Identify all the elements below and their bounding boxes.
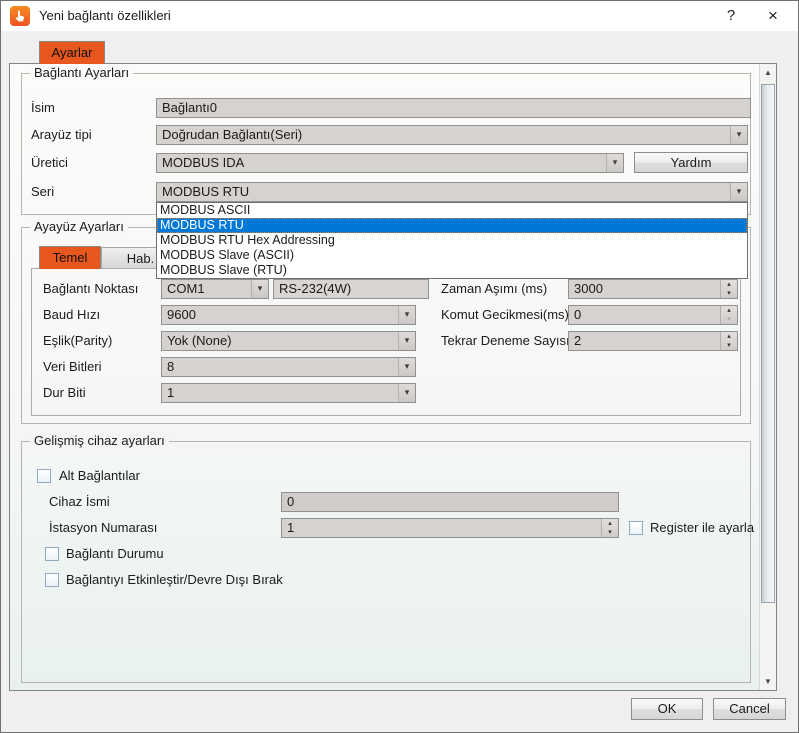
spin-down-icon[interactable]: ▾ — [721, 289, 737, 298]
cancel-button[interactable]: Cancel — [713, 698, 786, 720]
databits-combo[interactable]: 8 ▾ — [161, 357, 416, 377]
register-label[interactable]: Register ile ayarla — [650, 518, 754, 538]
enable-disable-label[interactable]: Bağlantıyı Etkinleştir/Devre Dışı Bırak — [66, 570, 283, 590]
spinner-buttons[interactable]: ▴▾ — [720, 306, 737, 324]
combo-arrow-icon[interactable]: ▾ — [606, 154, 623, 172]
series-combo[interactable]: MODBUS RTU ▾ — [156, 182, 748, 202]
help-button[interactable]: ? — [713, 1, 749, 31]
dropdown-option[interactable]: MODBUS RTU Hex Addressing — [157, 233, 747, 248]
name-label: İsim — [31, 98, 55, 118]
combo-arrow-icon[interactable]: ▾ — [730, 126, 747, 144]
spin-down-icon[interactable]: ▾ — [602, 528, 618, 537]
dropdown-option[interactable]: MODBUS Slave (ASCII) — [157, 248, 747, 263]
spin-up-icon[interactable]: ▴ — [602, 519, 618, 528]
new-connection-properties-dialog: Yeni bağlantı özellikleri ? × Ayarlar Ba… — [0, 0, 799, 733]
vertical-scrollbar[interactable]: ▲ ▼ — [759, 64, 776, 690]
series-dropdown-list: MODBUS ASCII MODBUS RTU MODBUS RTU Hex A… — [156, 202, 748, 279]
title-bar: Yeni bağlantı özellikleri ? × — [1, 1, 798, 31]
retry-label: Tekrar Deneme Sayısı — [441, 331, 570, 351]
combo-arrow-icon[interactable]: ▾ — [251, 280, 268, 298]
port-combo[interactable]: COM1 ▾ — [161, 279, 269, 299]
cmd-delay-spinner[interactable]: 0 ▴▾ — [568, 305, 738, 325]
station-number-spinner[interactable]: 1 ▴▾ — [281, 518, 619, 538]
databits-label: Veri Bitleri — [43, 357, 102, 377]
station-number-label: İstasyon Numarası — [49, 518, 157, 538]
vendor-combo[interactable]: MODBUS IDA ▾ — [156, 153, 624, 173]
dropdown-option[interactable]: MODBUS ASCII — [157, 203, 747, 218]
register-checkbox[interactable] — [629, 521, 643, 535]
scroll-down-icon[interactable]: ▼ — [760, 673, 776, 690]
timeout-spinner[interactable]: 3000 ▴▾ — [568, 279, 738, 299]
sub-connections-checkbox[interactable] — [37, 469, 51, 483]
group-interface-title: Ayayüz Ayarları — [30, 220, 128, 234]
app-icon — [10, 6, 30, 26]
series-label: Seri — [31, 182, 54, 202]
combo-arrow-icon[interactable]: ▾ — [398, 358, 415, 376]
ok-button[interactable]: OK — [631, 698, 703, 720]
tab-ayarlar[interactable]: Ayarlar — [39, 41, 105, 64]
spin-down-icon[interactable]: ▾ — [721, 315, 737, 324]
stopbit-combo[interactable]: 1 ▾ — [161, 383, 416, 403]
dropdown-option-selected[interactable]: MODBUS RTU — [157, 218, 747, 233]
combo-arrow-icon[interactable]: ▾ — [398, 384, 415, 402]
parity-label: Eşlik(Parity) — [43, 331, 112, 351]
combo-arrow-icon[interactable]: ▾ — [398, 332, 415, 350]
group-connection-title: Bağlantı Ayarları — [30, 66, 133, 80]
yardim-button[interactable]: Yardım — [634, 152, 748, 173]
connection-status-label[interactable]: Bağlantı Durumu — [66, 544, 164, 564]
spin-up-icon[interactable]: ▴ — [721, 280, 737, 289]
interface-type-label: Arayüz tipi — [31, 125, 92, 145]
connection-status-checkbox[interactable] — [45, 547, 59, 561]
baud-label: Baud Hızı — [43, 305, 100, 325]
combo-arrow-icon[interactable]: ▾ — [730, 183, 747, 201]
group-advanced-title: Gelişmiş cihaz ayarları — [30, 434, 169, 448]
parity-combo[interactable]: Yok (None) ▾ — [161, 331, 416, 351]
scroll-up-icon[interactable]: ▲ — [760, 64, 776, 81]
spin-up-icon[interactable]: ▴ — [721, 306, 737, 315]
dropdown-option[interactable]: MODBUS Slave (RTU) — [157, 263, 747, 278]
name-field[interactable]: Bağlantı0 — [156, 98, 751, 118]
combo-arrow-icon[interactable]: ▾ — [398, 306, 415, 324]
tab-temel[interactable]: Temel — [39, 246, 101, 269]
spinner-buttons[interactable]: ▴▾ — [601, 519, 618, 537]
spin-up-icon[interactable]: ▴ — [721, 332, 737, 341]
sub-connections-label[interactable]: Alt Bağlantılar — [59, 466, 140, 486]
port-label: Bağlantı Noktası — [43, 279, 138, 299]
device-name-field[interactable]: 0 — [281, 492, 619, 512]
enable-disable-checkbox[interactable] — [45, 573, 59, 587]
close-button[interactable]: × — [755, 1, 791, 31]
spinner-buttons[interactable]: ▴▾ — [720, 332, 737, 350]
spinner-buttons[interactable]: ▴▾ — [720, 280, 737, 298]
retry-spinner[interactable]: 2 ▴▾ — [568, 331, 738, 351]
timeout-label: Zaman Aşımı (ms) — [441, 279, 547, 299]
baud-combo[interactable]: 9600 ▾ — [161, 305, 416, 325]
port-type-field[interactable]: RS-232(4W) — [273, 279, 429, 299]
vendor-label: Üretici — [31, 153, 68, 173]
spin-down-icon[interactable]: ▾ — [721, 341, 737, 350]
cmd-delay-label: Komut Gecikmesi(ms) — [441, 305, 569, 325]
stopbit-label: Dur Biti — [43, 383, 86, 403]
scrollbar-thumb[interactable] — [761, 84, 775, 603]
device-name-label: Cihaz İsmi — [49, 492, 110, 512]
interface-type-combo[interactable]: Doğrudan Bağlantı(Seri) ▾ — [156, 125, 748, 145]
window-title: Yeni bağlantı özellikleri — [39, 1, 171, 31]
